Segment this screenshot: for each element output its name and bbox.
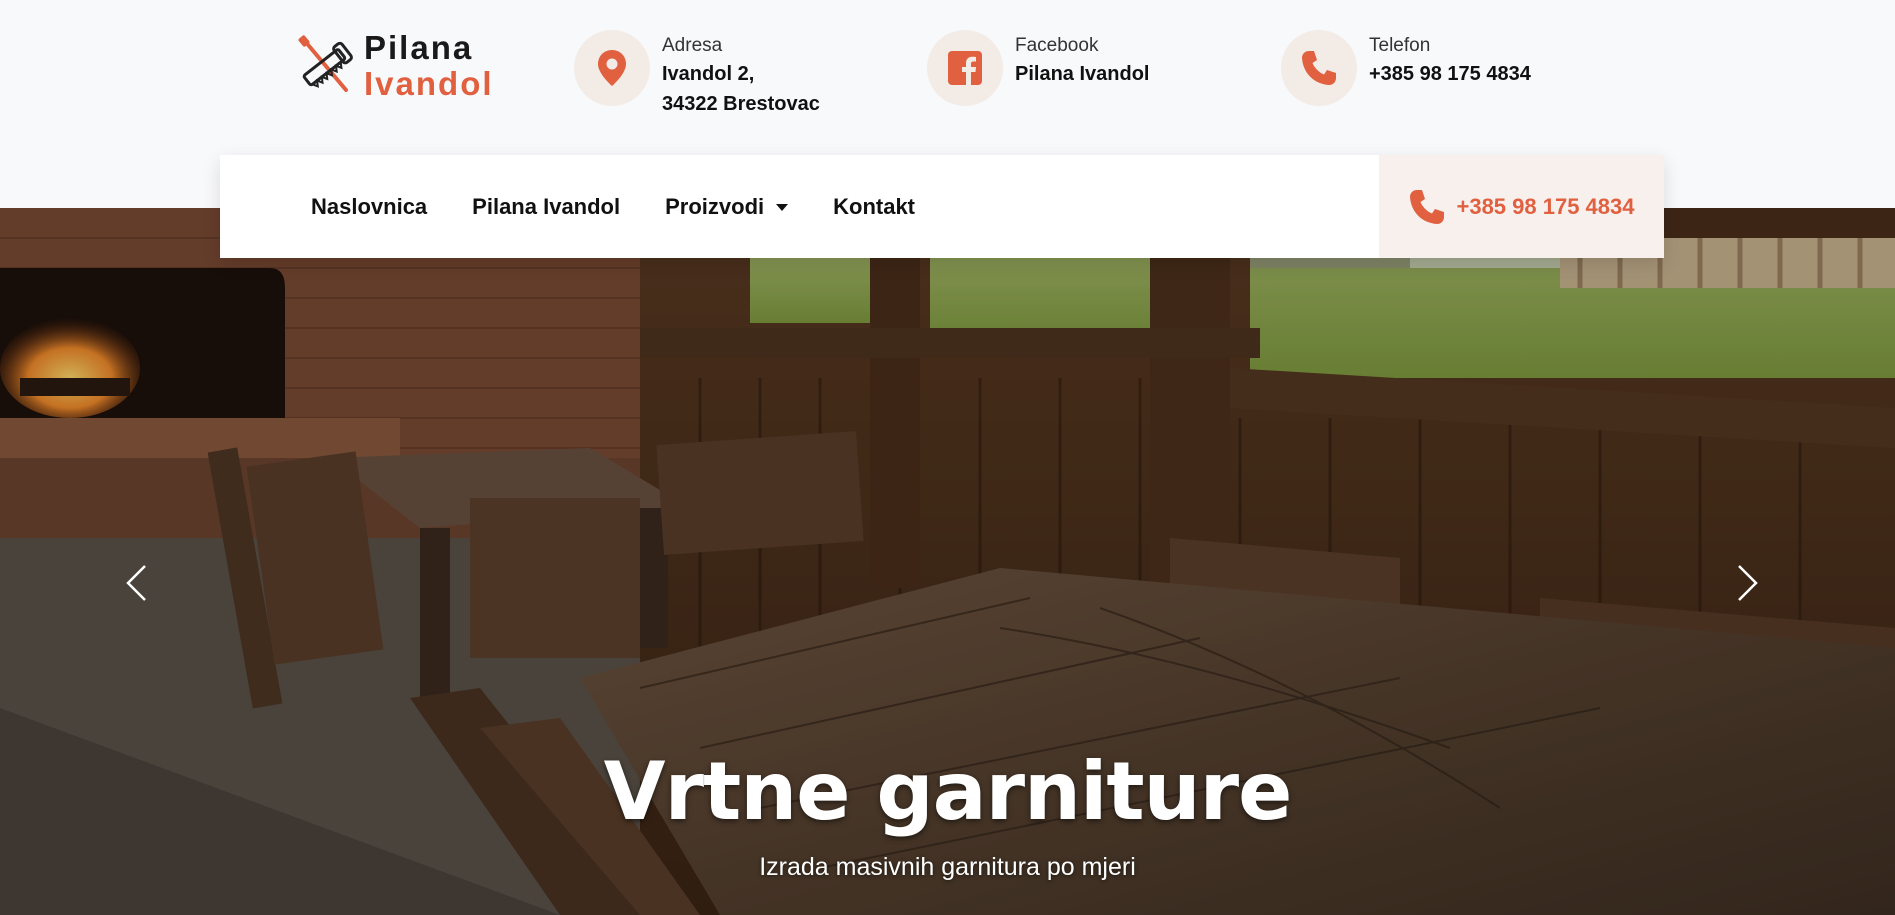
facebook-text: Facebook Pilana Ivandol — [1015, 30, 1149, 89]
nav-phone-button[interactable]: +385 98 175 4834 — [1379, 155, 1664, 258]
facebook-icon-circle — [927, 30, 1003, 106]
caret-down-icon — [776, 204, 789, 211]
phone-icon — [1410, 189, 1445, 224]
nav-item-proizvodi-label: Proizvodi — [665, 193, 765, 219]
carousel-prev-button[interactable] — [116, 553, 156, 613]
address-info: Adresa Ivandol 2, 34322 Brestovac — [574, 30, 820, 119]
map-marker-icon — [598, 50, 626, 86]
phone-icon-circle — [1281, 30, 1357, 106]
nav-phone-number: +385 98 175 4834 — [1456, 193, 1635, 219]
facebook-label: Facebook — [1015, 35, 1099, 56]
nav-item-kontakt[interactable]: Kontakt — [833, 194, 915, 220]
brand-logo[interactable]: Pilana Ivandol — [296, 30, 494, 102]
phone-info[interactable]: Telefon +385 98 175 4834 — [1281, 30, 1531, 106]
facebook-info[interactable]: Facebook Pilana Ivandol — [927, 30, 1149, 106]
nav-item-pilana-ivandol[interactable]: Pilana Ivandol — [472, 194, 620, 220]
phone-icon — [1302, 51, 1336, 85]
address-icon-circle — [574, 30, 650, 106]
hero-carousel: Vrtne garniture Izrada masivnih garnitur… — [0, 208, 1895, 915]
nav-menu: Naslovnica Pilana Ivandol Proizvodi Kont… — [220, 194, 1379, 220]
brand-name: Pilana Ivandol — [364, 30, 494, 102]
brand-line2: Ivandol — [364, 65, 494, 102]
facebook-icon — [948, 51, 982, 85]
main-navbar: Naslovnica Pilana Ivandol Proizvodi Kont… — [220, 155, 1664, 258]
address-line2: 34322 Brestovac — [662, 93, 820, 115]
address-text: Adresa Ivandol 2, 34322 Brestovac — [662, 30, 820, 119]
phone-text: Telefon +385 98 175 4834 — [1369, 30, 1531, 89]
brand-line1: Pilana — [364, 29, 474, 66]
chevron-left-icon — [126, 565, 146, 601]
nav-item-naslovnica[interactable]: Naslovnica — [311, 194, 427, 220]
chevron-right-icon — [1738, 565, 1758, 601]
address-line1: Ivandol 2, — [662, 63, 755, 85]
nav-item-proizvodi[interactable]: Proizvodi — [665, 193, 789, 220]
carousel-next-button[interactable] — [1728, 553, 1768, 613]
hero-title: Vrtne garniture — [603, 745, 1293, 838]
facebook-value[interactable]: Pilana Ivandol — [1015, 59, 1149, 89]
saw-logo-icon — [298, 35, 353, 92]
phone-value[interactable]: +385 98 175 4834 — [1369, 59, 1531, 89]
hero-subtitle: Izrada masivnih garnitura po mjeri — [759, 853, 1136, 881]
phone-label: Telefon — [1369, 35, 1431, 56]
address-label: Adresa — [662, 35, 723, 56]
